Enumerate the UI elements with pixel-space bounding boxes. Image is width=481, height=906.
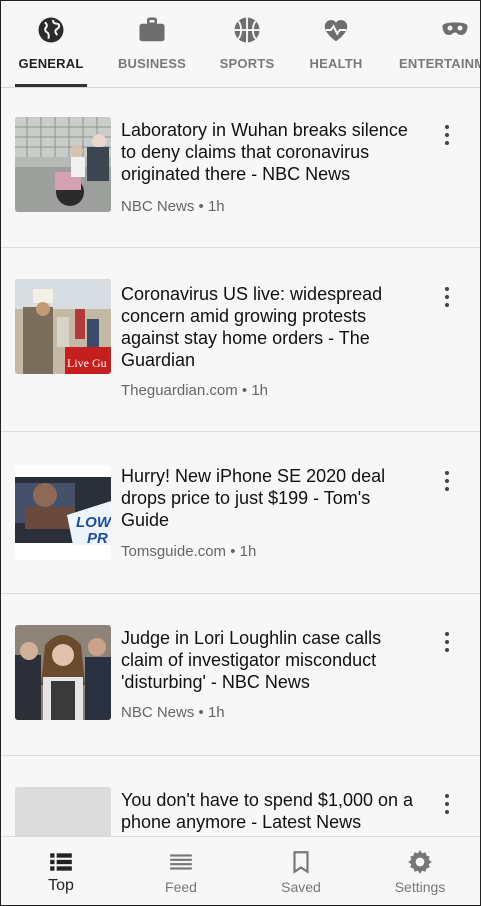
category-tabs: GENERAL BUSINESS SPORTS HEALTH ENTERTAIN xyxy=(1,1,480,88)
bottom-navigation: Top Feed Saved Settings xyxy=(1,836,480,905)
article-card[interactable]: LOW PR Hurry! New iPhone SE 2020 deal dr… xyxy=(1,432,480,594)
nav-saved[interactable]: Saved xyxy=(241,837,361,905)
app-window: GENERAL BUSINESS SPORTS HEALTH ENTERTAIN… xyxy=(0,0,481,906)
meta-separator: • xyxy=(198,198,204,215)
article-thumbnail-placeholder[interactable] xyxy=(15,787,111,836)
tab-sports[interactable]: SPORTS xyxy=(213,1,281,87)
bookmark-icon xyxy=(293,851,309,874)
tab-general[interactable]: GENERAL xyxy=(15,1,87,87)
article-time: 1h xyxy=(207,198,225,215)
article-meta: NBC News • 1h xyxy=(121,198,225,215)
article-meta: Theguardian.com • 1h xyxy=(121,382,268,399)
nav-label: Saved xyxy=(281,879,321,895)
meta-separator: • xyxy=(198,704,204,721)
svg-text:PR: PR xyxy=(87,530,108,547)
mask-icon xyxy=(442,22,468,35)
nav-feed[interactable]: Feed xyxy=(121,837,241,905)
nav-label: Settings xyxy=(394,879,446,895)
tab-label: HEALTH xyxy=(309,56,363,71)
nav-label: Feed xyxy=(165,879,197,895)
more-options-icon[interactable] xyxy=(437,470,457,492)
article-thumbnail[interactable] xyxy=(15,117,111,212)
active-tab-indicator xyxy=(15,84,87,87)
globe-icon xyxy=(38,17,64,43)
article-source: NBC News xyxy=(121,704,195,721)
article-title[interactable]: You don't have to spend $1,000 on a phon… xyxy=(121,789,421,833)
list-view-icon xyxy=(50,853,72,871)
tab-label: BUSINESS xyxy=(117,56,187,71)
tab-entertainment[interactable]: ENTERTAINMENT xyxy=(397,1,480,87)
article-thumbnail[interactable] xyxy=(15,625,111,720)
meta-separator: • xyxy=(230,543,236,560)
tab-label: GENERAL xyxy=(18,56,84,71)
nav-top[interactable]: Top xyxy=(1,837,121,905)
menu-lines-icon xyxy=(170,854,192,870)
article-source: Tomsguide.com xyxy=(121,543,227,560)
more-options-icon[interactable] xyxy=(437,631,457,653)
svg-text:LOW: LOW xyxy=(76,514,111,531)
article-thumbnail[interactable]: Live Gu xyxy=(15,279,111,374)
article-meta: Tomsguide.com • 1h xyxy=(121,543,256,560)
more-options-icon[interactable] xyxy=(437,124,457,146)
tab-business[interactable]: BUSINESS xyxy=(113,1,191,87)
tab-label: ENTERTAINMENT xyxy=(399,56,480,71)
article-card[interactable]: Laboratory in Wuhan breaks silence to de… xyxy=(1,88,480,248)
article-card[interactable]: Live Gu Coronavirus US live: widespread … xyxy=(1,248,480,432)
article-thumbnail[interactable]: LOW PR xyxy=(15,465,111,560)
briefcase-icon xyxy=(139,17,165,42)
article-time: 1h xyxy=(239,543,257,560)
article-meta: NBC News • 1h xyxy=(121,704,225,721)
article-title[interactable]: Hurry! New iPhone SE 2020 deal drops pri… xyxy=(121,465,421,531)
thumb-overlay-text: Live Gu xyxy=(67,356,107,370)
article-time: 1h xyxy=(207,704,225,721)
news-feed[interactable]: Laboratory in Wuhan breaks silence to de… xyxy=(1,88,480,836)
nav-settings[interactable]: Settings xyxy=(360,837,480,905)
nav-label: Top xyxy=(48,877,74,894)
more-options-icon[interactable] xyxy=(437,286,457,308)
article-card[interactable]: You don't have to spend $1,000 on a phon… xyxy=(1,756,480,836)
heart-pulse-icon xyxy=(324,19,348,42)
tab-health[interactable]: HEALTH xyxy=(303,1,369,87)
article-card[interactable]: Judge in Lori Loughlin case calls claim … xyxy=(1,594,480,756)
article-time: 1h xyxy=(251,382,269,399)
article-source: Theguardian.com xyxy=(121,382,238,399)
article-title[interactable]: Laboratory in Wuhan breaks silence to de… xyxy=(121,119,421,185)
more-options-icon[interactable] xyxy=(437,793,457,815)
meta-separator: • xyxy=(241,382,248,399)
article-title[interactable]: Judge in Lori Loughlin case calls claim … xyxy=(121,627,421,693)
article-source: NBC News xyxy=(121,198,195,215)
basketball-icon xyxy=(234,17,260,43)
article-title[interactable]: Coronavirus US live: widespread concern … xyxy=(121,283,421,371)
tab-label: SPORTS xyxy=(219,56,275,71)
gear-icon xyxy=(408,850,432,874)
